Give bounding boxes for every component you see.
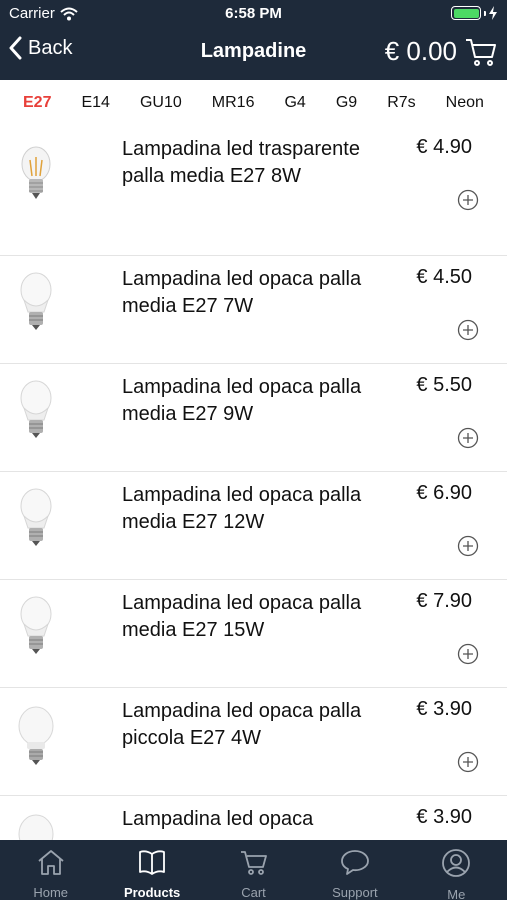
tab-neon[interactable]: Neon	[446, 94, 484, 112]
product-name: Lampadina led opaca palla media E27 15W	[122, 592, 362, 641]
book-icon	[137, 848, 167, 881]
product-row[interactable]: Lampadina led opaca palla media E27 12W €…	[0, 472, 507, 580]
add-to-cart-button[interactable]	[457, 319, 479, 341]
product-image	[14, 486, 58, 552]
tab-e27[interactable]: E27	[23, 94, 51, 112]
tab-e14[interactable]: E14	[81, 94, 109, 112]
product-name: Lampadina led trasparente palla media E2…	[122, 138, 360, 187]
category-tabs: E27 E14 GU10 MR16 G4 G9 R7s Neon	[0, 80, 507, 126]
add-to-cart-button[interactable]	[457, 427, 479, 449]
plus-circle-icon	[457, 319, 479, 341]
plus-circle-icon	[457, 189, 479, 211]
tab-r7s[interactable]: R7s	[387, 94, 415, 112]
product-price: € 3.90	[416, 806, 472, 828]
add-to-cart-button[interactable]	[457, 751, 479, 773]
product-price: € 6.90	[416, 482, 472, 504]
plus-circle-icon	[457, 535, 479, 557]
product-price: € 5.50	[416, 374, 472, 396]
product-row[interactable]: Lampadina led opaca palla media E27 15W €…	[0, 580, 507, 688]
product-price: € 4.50	[416, 266, 472, 288]
user-icon	[441, 848, 471, 883]
product-row[interactable]: Lampadina led opaca palla media E27 9W € …	[0, 364, 507, 472]
tab-g9[interactable]: G9	[336, 94, 357, 112]
product-name: Lampadina led opaca palla media E27 7W	[122, 268, 362, 317]
top-bar: Carrier 6:58 PM Back Lampadine € 0.00	[0, 0, 507, 80]
cart-total-amount: € 0.00	[384, 36, 457, 66]
product-name: Lampadina led opaca	[122, 808, 314, 830]
home-icon	[36, 848, 66, 881]
plus-circle-icon	[457, 643, 479, 665]
product-name: Lampadina led opaca palla media E27 9W	[122, 376, 362, 425]
chat-bubble-icon	[339, 848, 371, 881]
product-image	[14, 594, 58, 660]
product-list: Lampadina led trasparente palla media E2…	[0, 126, 507, 840]
bottom-tab-home[interactable]: Home	[0, 840, 101, 900]
tab-gu10[interactable]: GU10	[140, 94, 182, 112]
navigation-bar: Back Lampadine € 0.00	[0, 28, 507, 80]
product-row[interactable]: Lampadina led opaca € 3.90	[0, 796, 507, 840]
product-row[interactable]: Lampadina led opaca palla media E27 7W € …	[0, 256, 507, 364]
plus-circle-icon	[457, 427, 479, 449]
tab-g4[interactable]: G4	[284, 94, 305, 112]
bottom-tab-label: Support	[332, 885, 378, 900]
product-price: € 3.90	[416, 698, 472, 720]
bottom-tab-me[interactable]: Me	[406, 840, 507, 900]
product-price: € 4.90	[416, 136, 472, 158]
status-bar: Carrier 6:58 PM	[0, 0, 507, 28]
add-to-cart-button[interactable]	[457, 535, 479, 557]
bottom-tab-bar: Home Products Cart Support Me	[0, 840, 507, 900]
status-time: 6:58 PM	[225, 5, 282, 22]
cart-total-button[interactable]: € 0.00	[385, 36, 497, 67]
product-image	[14, 142, 58, 208]
product-row[interactable]: Lampadina led trasparente palla media E2…	[0, 126, 507, 256]
product-name: Lampadina led opaca palla media E27 12W	[122, 484, 362, 533]
product-name: Lampadina led opaca palla piccola E27 4W	[122, 700, 362, 749]
bottom-tab-label: Home	[33, 885, 69, 900]
product-price: € 7.90	[416, 590, 472, 612]
cart-icon	[239, 848, 269, 881]
product-image	[14, 378, 58, 444]
bottom-tab-cart[interactable]: Cart	[203, 840, 304, 900]
product-image	[14, 702, 58, 768]
product-image	[14, 810, 58, 840]
cart-icon	[466, 38, 496, 66]
battery-icon	[451, 6, 497, 20]
product-image	[14, 270, 58, 336]
bottom-tab-support[interactable]: Support	[304, 840, 405, 900]
bottom-tab-label: Products	[123, 885, 181, 900]
add-to-cart-button[interactable]	[457, 189, 479, 211]
bottom-tab-products[interactable]: Products	[101, 840, 202, 900]
bottom-tab-label: Me	[447, 887, 466, 900]
bottom-tab-label: Cart	[241, 885, 266, 900]
add-to-cart-button[interactable]	[457, 643, 479, 665]
tab-mr16[interactable]: MR16	[212, 94, 255, 112]
product-row[interactable]: Lampadina led opaca palla piccola E27 4W…	[0, 688, 507, 796]
plus-circle-icon	[457, 751, 479, 773]
